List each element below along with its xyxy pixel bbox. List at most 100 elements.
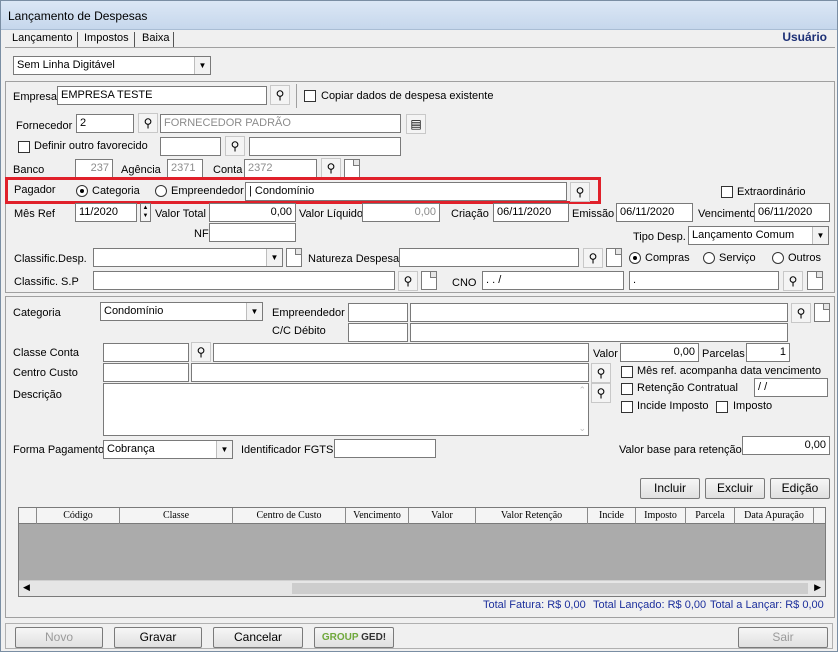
natureza-field[interactable] <box>399 248 579 267</box>
edicao-button[interactable]: Edição <box>770 478 830 499</box>
binoculars-icon[interactable]: ⚲ <box>783 271 803 291</box>
cancelar-button[interactable]: Cancelar <box>213 627 303 648</box>
classif-desp-select[interactable]: ▼ <box>93 248 283 267</box>
grid-header-data-apuracao[interactable]: Data Apuração <box>735 508 814 524</box>
grid-header-codigo[interactable]: Código <box>37 508 120 524</box>
pagador-field[interactable]: | Condomínio <box>245 182 567 201</box>
scroll-thumb[interactable] <box>292 583 808 594</box>
grid-header-centro-custo[interactable]: Centro de Custo <box>233 508 346 524</box>
binoculars-icon[interactable]: ⚲ <box>191 342 211 362</box>
valor-liquido-field[interactable]: 0,00 <box>362 203 440 222</box>
grid-header-parcela[interactable]: Parcela <box>686 508 735 524</box>
scroll-up-icon[interactable]: ⌃ <box>578 385 586 396</box>
scroll-right-icon[interactable]: ▶ <box>814 582 821 593</box>
lancamentos-grid[interactable]: Código Classe Centro de Custo Vencimento… <box>18 507 826 597</box>
grid-header-imposto[interactable]: Imposto <box>636 508 686 524</box>
document-icon[interactable] <box>814 303 830 322</box>
classe-conta-code-field[interactable] <box>103 343 189 362</box>
classif-sp-field[interactable] <box>93 271 395 290</box>
binoculars-icon[interactable]: ⚲ <box>591 363 611 383</box>
emissao-field[interactable]: 06/11/2020 <box>616 203 693 222</box>
document-icon[interactable] <box>807 271 823 290</box>
categoria-select[interactable]: Condomínio ▼ <box>100 302 263 321</box>
grid-hscrollbar[interactable]: ◀ ▶ <box>19 580 825 596</box>
binoculars-icon[interactable]: ⚲ <box>270 85 290 105</box>
empreendedor-code-field[interactable] <box>348 303 408 322</box>
descricao-field[interactable]: ⌃ ⌄ <box>103 383 589 436</box>
pagador-empreendedor-radio[interactable] <box>155 185 167 197</box>
valor-base-field[interactable]: 0,00 <box>742 436 830 455</box>
binoculars-icon[interactable]: ⚲ <box>791 303 811 323</box>
binoculars-icon[interactable]: ⚲ <box>583 248 603 268</box>
binoculars-icon[interactable]: ⚲ <box>570 182 590 202</box>
favorecido-code-field[interactable] <box>160 137 221 156</box>
vencimento-field[interactable]: 06/11/2020 <box>754 203 830 222</box>
binoculars-icon[interactable]: ⚲ <box>321 158 341 178</box>
binoculars-icon[interactable]: ⚲ <box>398 271 418 291</box>
novo-button[interactable]: Novo <box>15 627 103 648</box>
document-icon[interactable] <box>606 248 622 267</box>
grid-header-vencimento[interactable]: Vencimento <box>346 508 409 524</box>
banco-field[interactable]: 237 <box>75 159 113 178</box>
mes-ref-field[interactable]: 11/2020 <box>75 203 137 222</box>
criacao-field[interactable]: 06/11/2020 <box>493 203 569 222</box>
tab-impostos[interactable]: Impostos <box>84 32 129 48</box>
grid-header-incide[interactable]: Incide <box>588 508 636 524</box>
cc-debito-name-field[interactable] <box>410 323 788 342</box>
centro-custo-name-field[interactable] <box>191 363 589 382</box>
identificador-fgts-field[interactable] <box>334 439 436 458</box>
empresa-field[interactable]: EMPRESA TESTE <box>57 86 267 105</box>
valor-field[interactable]: 0,00 <box>620 343 699 362</box>
parcelas-field[interactable]: 1 <box>746 343 790 362</box>
edit-form-icon[interactable]: ▤ <box>406 114 426 134</box>
grid-header-classe[interactable]: Classe <box>120 508 233 524</box>
servico-radio[interactable] <box>703 252 715 264</box>
linha-digitavel-select[interactable]: Sem Linha Digitável ▼ <box>13 56 211 75</box>
classe-conta-name-field[interactable] <box>213 343 589 362</box>
fornecedor-name-field[interactable]: FORNECEDOR PADRÃO <box>160 114 401 133</box>
favorecido-name-field[interactable] <box>249 137 401 156</box>
gravar-button[interactable]: Gravar <box>114 627 202 648</box>
agencia-field[interactable]: 2371 <box>167 159 203 178</box>
sair-button[interactable]: Sair <box>738 627 828 648</box>
tab-lancamento[interactable]: Lançamento <box>12 32 73 48</box>
document-icon[interactable] <box>344 159 360 178</box>
mes-ref-venc-checkbox[interactable] <box>621 366 633 378</box>
binoculars-icon[interactable]: ⚲ <box>138 113 158 133</box>
scroll-left-icon[interactable]: ◀ <box>23 582 30 593</box>
compras-radio[interactable] <box>629 252 641 264</box>
document-icon[interactable] <box>421 271 437 290</box>
group-ged-button[interactable]: GROUP GED! <box>314 627 394 648</box>
tab-baixa[interactable]: Baixa <box>142 32 170 48</box>
conta-field[interactable]: 2372 <box>244 159 317 178</box>
excluir-button[interactable]: Excluir <box>705 478 765 499</box>
tipo-desp-select[interactable]: Lançamento Comum ▼ <box>688 226 829 245</box>
favorecido-checkbox[interactable] <box>18 141 30 153</box>
cc-debito-code-field[interactable] <box>348 323 408 342</box>
centro-custo-code-field[interactable] <box>103 363 189 382</box>
copiar-dados-checkbox[interactable] <box>304 90 316 102</box>
grid-header-valor[interactable]: Valor <box>409 508 476 524</box>
retencao-checkbox[interactable] <box>621 383 633 395</box>
pagador-categoria-radio[interactable] <box>76 185 88 197</box>
binoculars-icon[interactable]: ⚲ <box>591 383 611 403</box>
grid-header-valor-retencao[interactable]: Valor Retenção <box>476 508 588 524</box>
extraordinario-checkbox[interactable] <box>721 186 733 198</box>
retencao-field[interactable]: / / <box>754 378 828 397</box>
empreendedor-name-field[interactable] <box>410 303 788 322</box>
cno-field[interactable]: . . / <box>482 271 624 290</box>
document-icon[interactable] <box>286 248 302 267</box>
forma-pagamento-select[interactable]: Cobrança ▼ <box>103 440 233 459</box>
classif-sp-label: Classific. S.P <box>14 276 79 288</box>
incluir-button[interactable]: Incluir <box>640 478 700 499</box>
cno-field-2[interactable]: . <box>629 271 779 290</box>
nf-field[interactable] <box>209 223 296 242</box>
fornecedor-code-field[interactable]: 2 <box>76 114 134 133</box>
outros-radio[interactable] <box>772 252 784 264</box>
scroll-down-icon[interactable]: ⌄ <box>578 423 586 434</box>
incide-imposto-checkbox[interactable] <box>621 401 633 413</box>
mes-ref-spinner[interactable]: ▲ ▼ <box>140 203 151 222</box>
binoculars-icon[interactable]: ⚲ <box>225 136 245 156</box>
valor-total-field[interactable]: 0,00 <box>209 203 296 222</box>
imposto-checkbox[interactable] <box>716 401 728 413</box>
